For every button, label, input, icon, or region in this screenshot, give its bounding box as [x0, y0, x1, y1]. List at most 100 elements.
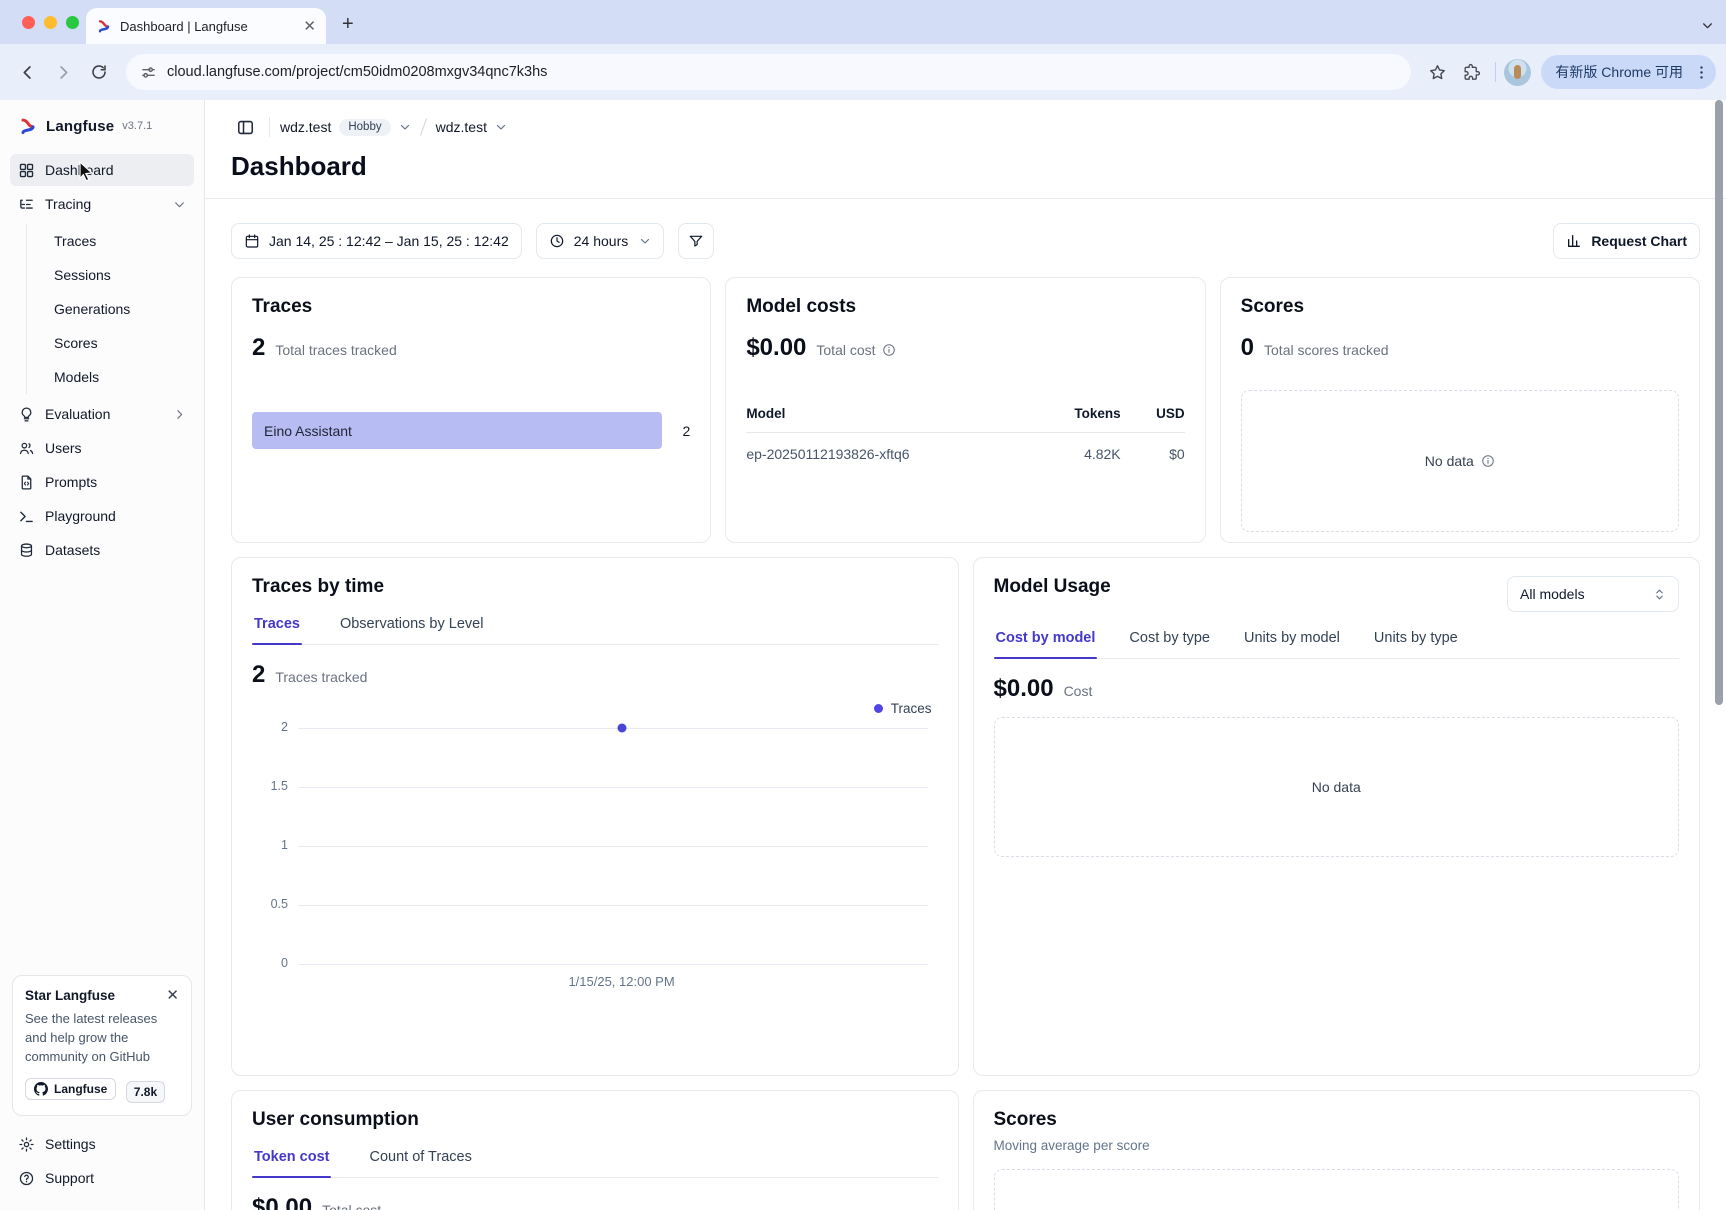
sidebar: Langfuse v3.7.1 Dashboard Tracing [0, 100, 205, 1210]
date-range-button[interactable]: Jan 14, 25 : 12:42 – Jan 15, 25 : 12:42 [231, 223, 522, 259]
card-title: Model Usage [994, 576, 1111, 598]
close-icon[interactable]: ✕ [166, 988, 179, 1003]
model-usage-card: Model Usage All models Cost by model Cos… [973, 557, 1701, 1076]
card-title: Scores [1241, 296, 1679, 318]
page-title: Dashboard [231, 151, 1700, 182]
sidebar-item-users[interactable]: Users [10, 432, 194, 464]
tab-token-cost[interactable]: Token cost [252, 1139, 331, 1177]
scores-summary-card: Scores 0 Total scores tracked No data [1220, 277, 1700, 543]
model-costs-value: $0.00 [746, 334, 806, 362]
back-button[interactable] [10, 55, 44, 89]
tab-search-chevron-icon[interactable] [1701, 19, 1714, 32]
sidebar-item-prompts[interactable]: Prompts [10, 466, 194, 498]
sidebar-item-tracing[interactable]: Tracing [10, 188, 194, 220]
users-icon [18, 440, 35, 457]
chrome-update-chip[interactable]: 有新版 Chrome 可用 [1541, 55, 1716, 89]
traces-time-chart: 2 1.5 1 0.5 0 1/15/25, 12:00 PM [298, 728, 928, 964]
forward-button[interactable] [46, 55, 80, 89]
sidebar-item-dashboard[interactable]: Dashboard [10, 154, 194, 186]
tab-cost-by-model[interactable]: Cost by model [994, 620, 1098, 658]
app-version: v3.7.1 [122, 120, 152, 132]
window-minimize-button[interactable] [44, 16, 57, 29]
tab-close-icon[interactable]: ✕ [303, 19, 316, 34]
sidebar-item-playground[interactable]: Playground [10, 500, 194, 532]
traces-bar-row: Eino Assistant 2 [252, 412, 690, 449]
sidebar-item-settings[interactable]: Settings [10, 1128, 194, 1160]
org-selector[interactable]: wdz.test Hobby [280, 119, 411, 136]
browser-menu-dots-icon[interactable] [1693, 64, 1710, 81]
chrome-update-label: 有新版 Chrome 可用 [1555, 62, 1683, 82]
sidebar-item-label: Generations [54, 301, 130, 317]
column-header-tokens: Tokens [1031, 406, 1121, 433]
sidebar-item-label: Models [54, 369, 99, 385]
traces-tracked-caption: Traces tracked [275, 669, 367, 685]
promo-body: See the latest releases and help grow th… [25, 1010, 179, 1067]
reload-button[interactable] [82, 55, 116, 89]
tab-units-by-type[interactable]: Units by type [1372, 620, 1460, 658]
tab-cost-by-type[interactable]: Cost by type [1127, 620, 1212, 658]
model-costs-table: Model Tokens USD ep-20250112193826-xftq6… [746, 406, 1184, 462]
project-selector[interactable]: wdz.test [436, 119, 507, 135]
sidebar-item-generations[interactable]: Generations [27, 292, 194, 326]
tab-units-by-model[interactable]: Units by model [1242, 620, 1342, 658]
request-chart-label: Request Chart [1591, 233, 1687, 249]
tokens-cell: 4.82K [1031, 433, 1121, 462]
browser-tab[interactable]: Dashboard | Langfuse ✕ [86, 8, 326, 44]
sidebar-item-label: Datasets [45, 542, 100, 558]
card-title: Traces [252, 296, 690, 318]
window-close-button[interactable] [22, 16, 35, 29]
chart-legend: Traces [252, 701, 938, 716]
model-usage-value: $0.00 [994, 675, 1054, 703]
traces-total-caption: Total traces tracked [275, 342, 396, 358]
chevron-right-icon [173, 408, 186, 421]
request-chart-button[interactable]: Request Chart [1553, 223, 1700, 259]
sidebar-item-models[interactable]: Models [27, 360, 194, 394]
column-header-model: Model [746, 406, 1030, 433]
sidebar-item-label: Prompts [45, 474, 97, 490]
y-tick: 1 [254, 838, 288, 852]
new-tab-button[interactable]: + [342, 14, 354, 34]
traces-by-time-card: Traces by time Traces Observations by Le… [231, 557, 959, 1076]
sidebar-item-label: Sessions [54, 267, 111, 283]
address-bar[interactable]: cloud.langfuse.com/project/cm50idm0208mx… [126, 54, 1411, 90]
github-star-button[interactable]: Langfuse [25, 1078, 116, 1100]
tracing-subnav: Traces Sessions Generations Scores Model… [26, 224, 194, 394]
user-consumption-card: User consumption Token cost Count of Tra… [231, 1090, 959, 1210]
window-zoom-button[interactable] [66, 16, 79, 29]
page-scrollbar[interactable] [1715, 100, 1723, 705]
tab-observations-by-level[interactable]: Observations by Level [338, 606, 485, 644]
sidebar-toggle-button[interactable] [231, 113, 259, 141]
github-stars-badge[interactable]: 7.8k [126, 1081, 165, 1103]
sidebar-item-sessions[interactable]: Sessions [27, 258, 194, 292]
sidebar-item-evaluation[interactable]: Evaluation [10, 398, 194, 430]
site-settings-icon[interactable] [140, 64, 157, 81]
page-header: wdz.test Hobby wdz.test Dashboard [205, 100, 1726, 199]
all-models-select[interactable]: All models [1507, 576, 1679, 612]
trace-name-bar[interactable]: Eino Assistant [252, 412, 662, 449]
tab-traces[interactable]: Traces [252, 606, 302, 644]
tab-count-of-traces[interactable]: Count of Traces [367, 1139, 473, 1177]
sidebar-item-support[interactable]: Support [10, 1162, 194, 1194]
filter-button[interactable] [678, 223, 714, 259]
x-tick: 1/15/25, 12:00 PM [568, 974, 674, 989]
scores-detail-card: Scores Moving average per score No data [973, 1090, 1701, 1210]
legend-dot-icon [874, 704, 883, 713]
langfuse-brand[interactable]: Langfuse v3.7.1 [10, 114, 194, 138]
chevron-down-icon [399, 121, 411, 133]
breadcrumb-slash [420, 118, 427, 135]
extensions-puzzle-icon[interactable] [1455, 56, 1487, 88]
profile-avatar[interactable] [1504, 59, 1531, 86]
sidebar-item-label: Settings [45, 1136, 96, 1152]
sidebar-item-datasets[interactable]: Datasets [10, 534, 194, 566]
sidebar-item-scores[interactable]: Scores [27, 326, 194, 360]
sidebar-item-traces[interactable]: Traces [27, 224, 194, 258]
chevron-down-icon [495, 121, 507, 133]
time-interval-select[interactable]: 24 hours [536, 223, 664, 259]
trace-name-label: Eino Assistant [264, 423, 352, 439]
traces-tracked-value: 2 [252, 661, 265, 689]
lightbulb-icon [18, 406, 35, 423]
bookmark-star-icon[interactable] [1421, 56, 1453, 88]
model-usage-caption: Cost [1064, 683, 1093, 699]
traces-card: Traces 2 Total traces tracked Eino Assis… [231, 277, 711, 543]
sidebar-item-label: Support [45, 1170, 94, 1186]
